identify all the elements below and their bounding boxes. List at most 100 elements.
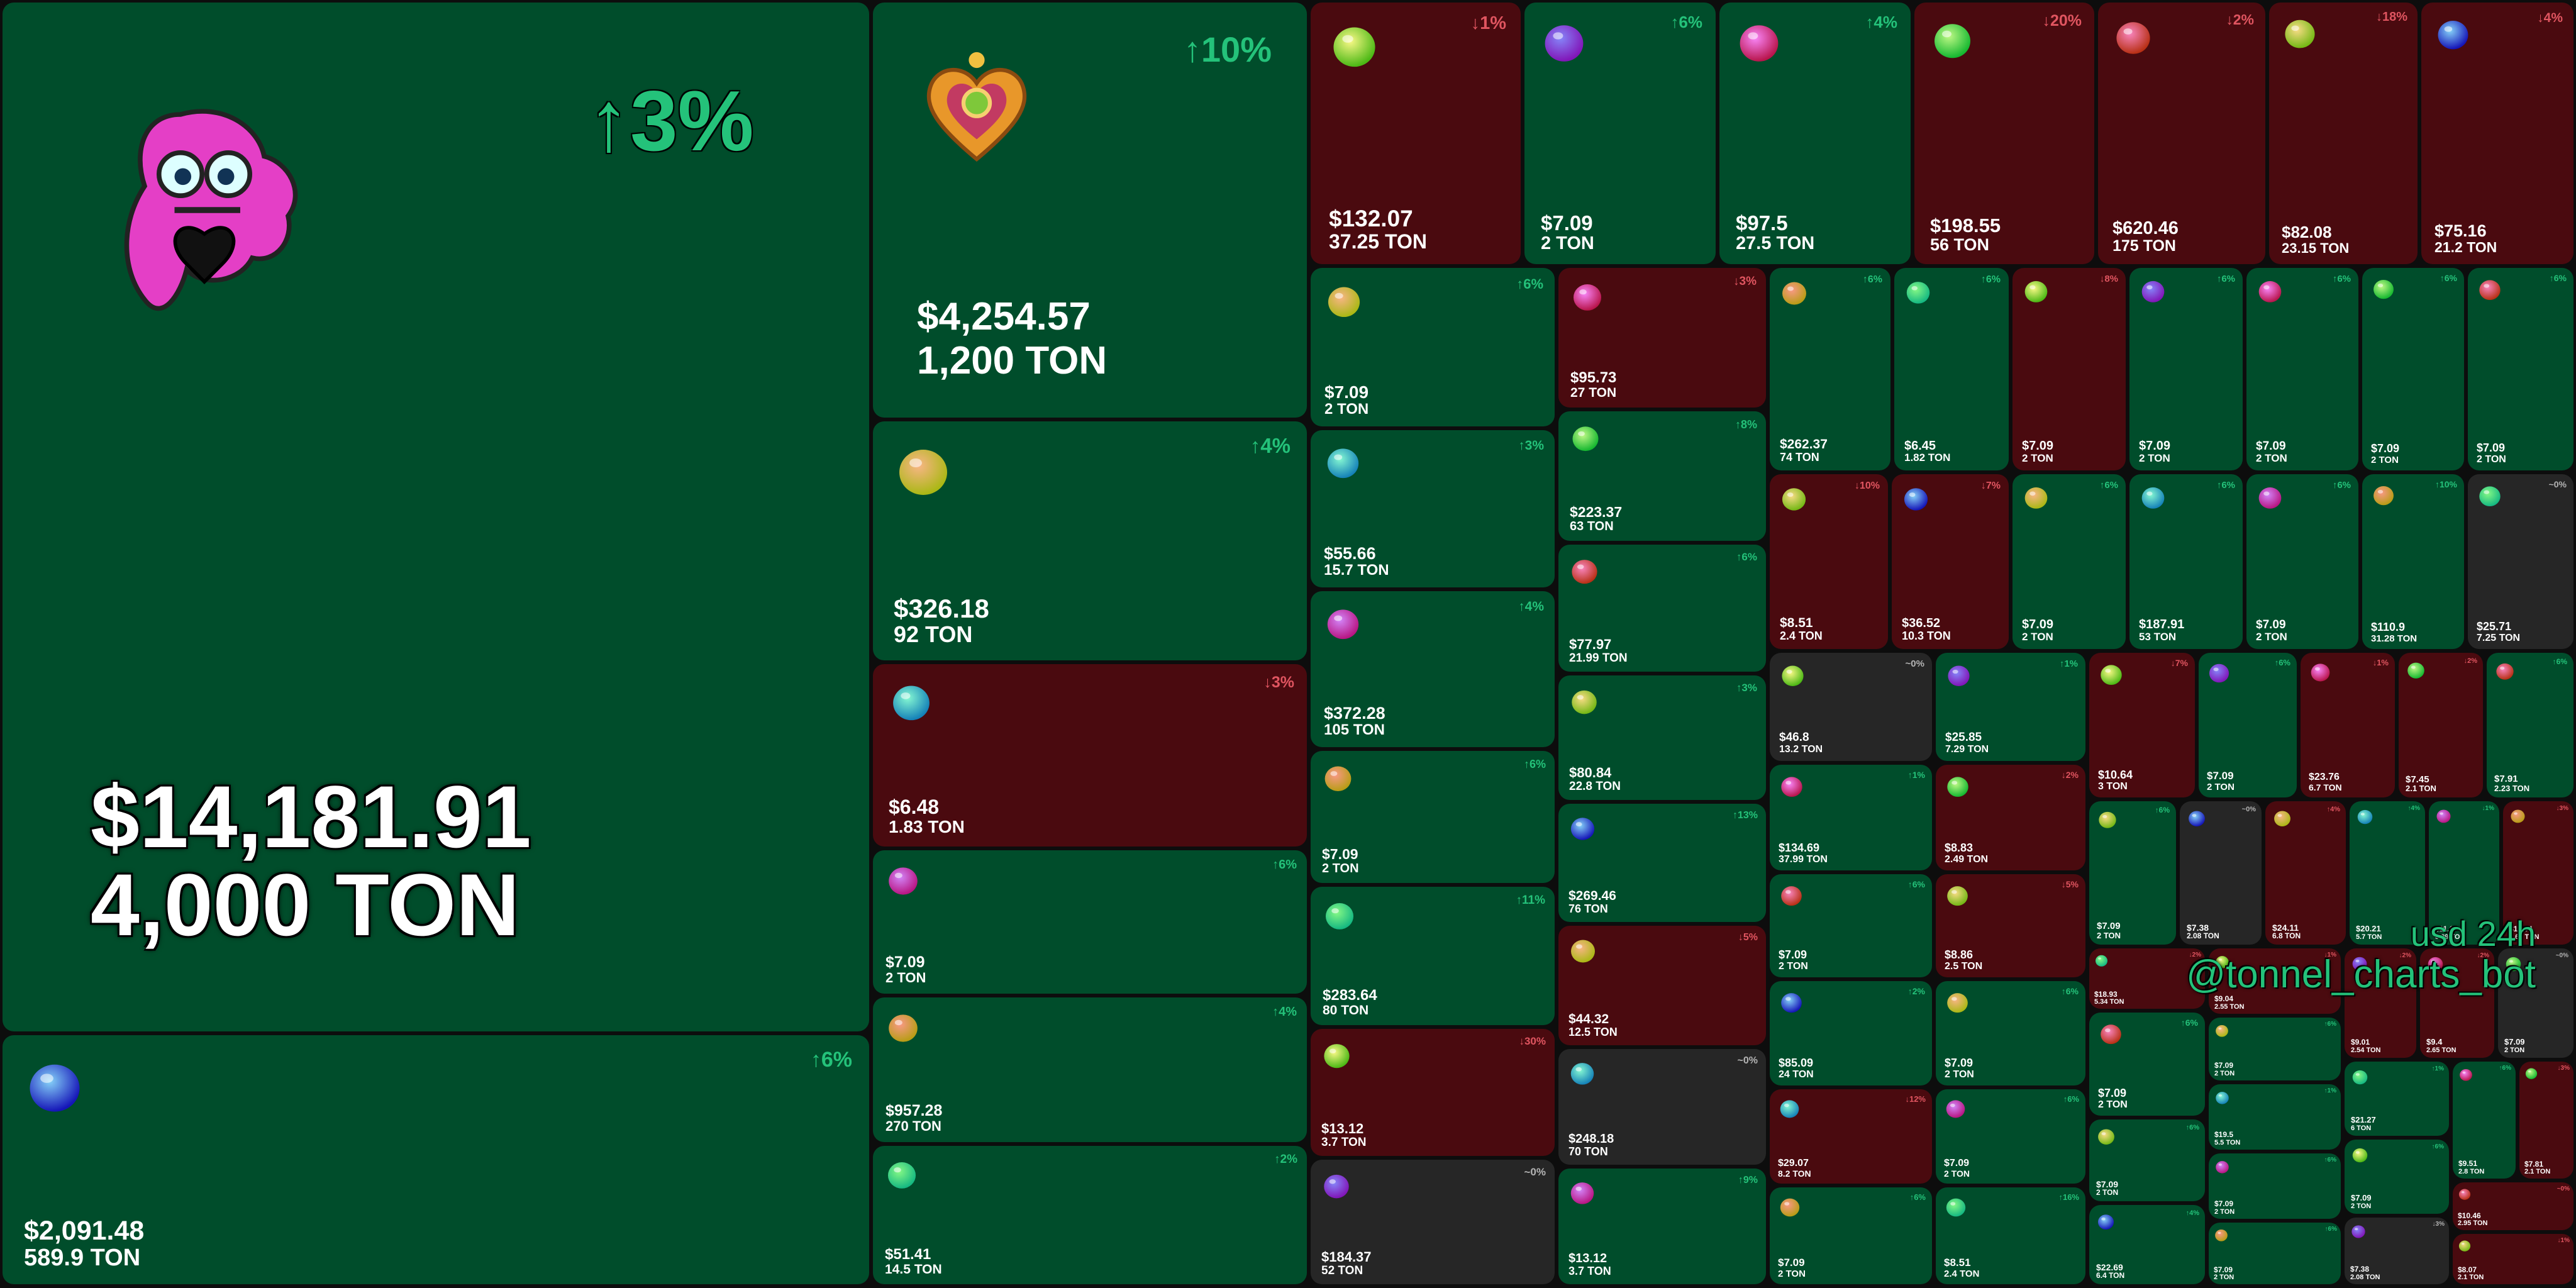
- top-hat-icon: [2476, 481, 2504, 509]
- treemap-tile[interactable]: ~0% $248.18 70 TON: [1558, 1049, 1766, 1165]
- treemap-tile[interactable]: ↑6% $7.09 2 TON: [1770, 874, 1932, 977]
- treemap-tile[interactable]: ↑6% $9.51 2.8 TON: [2453, 1062, 2516, 1179]
- treemap-tile[interactable]: ↑13% $269.46 76 TON: [1558, 804, 1766, 922]
- treemap-tile[interactable]: ↑6% $7.09 2 TON: [2345, 1140, 2449, 1214]
- treemap-tile[interactable]: ↓12% $29.07 8.2 TON: [1770, 1089, 1932, 1184]
- treemap-tile[interactable]: ↑3% $14,181.91 4,000 TON: [3, 3, 869, 1031]
- calendar-icon: [1539, 16, 1589, 66]
- treemap-tile[interactable]: ↑2% $85.09 24 TON: [1770, 981, 1932, 1085]
- treemap-tile[interactable]: ↑6% $7.09 2 TON: [2362, 268, 2464, 470]
- treemap-tile[interactable]: ~0% $46.8 13.2 TON: [1770, 653, 1932, 761]
- change-label: ~0%: [2241, 806, 2256, 813]
- treemap-tile[interactable]: ↑6% $7.09 2 TON: [2089, 1119, 2205, 1201]
- treemap-tile[interactable]: ↓1% $23.76 6.7 TON: [2301, 653, 2395, 797]
- treemap-tile[interactable]: ↓3% $6.48 1.83 TON: [873, 664, 1307, 847]
- treemap-tile[interactable]: ↑4% $97.5 27.5 TON: [1719, 3, 1911, 264]
- ton-value: 2.23 TON: [2494, 784, 2530, 793]
- ton-value: 21.99 TON: [1569, 652, 1628, 665]
- treemap-tile[interactable]: ↑6% $7.09 2 TON: [873, 850, 1307, 994]
- treemap-tile[interactable]: ↑8% $223.37 63 TON: [1558, 411, 1766, 541]
- treemap-tile[interactable]: ↑4% $957.28 270 TON: [873, 997, 1307, 1142]
- treemap-tile[interactable]: ↑4% $372.28 105 TON: [1311, 591, 1555, 747]
- baseball-cap-icon: [22, 1052, 87, 1118]
- treemap-tile[interactable]: ↑6% $7.09 2 TON: [1524, 3, 1716, 264]
- treemap-tile[interactable]: ~0% $10.46 2.95 TON: [2453, 1182, 2573, 1230]
- treemap-tile[interactable]: ↓2% $7.45 2.1 TON: [2399, 653, 2483, 797]
- treemap-tile[interactable]: ↑4% $22.69 6.4 TON: [2089, 1205, 2205, 1284]
- treemap-tile[interactable]: ↑6% $7.09 2 TON: [2209, 1018, 2341, 1080]
- treemap-tile[interactable]: ↓1% $8.07 2.1 TON: [2453, 1234, 2573, 1284]
- treemap-tile[interactable]: ↑1% $19.5 5.5 TON: [2209, 1084, 2341, 1150]
- treemap-tile[interactable]: ↑6% $7.09 2 TON: [2246, 474, 2358, 649]
- treemap-tile[interactable]: ↑1% $134.69 37.99 TON: [1770, 765, 1932, 870]
- treemap-tile[interactable]: ↑2% $51.41 14.5 TON: [873, 1146, 1307, 1284]
- usd-value: $20.21: [2356, 924, 2381, 933]
- treemap-tile[interactable]: ↓5% $44.32 12.5 TON: [1558, 926, 1766, 1045]
- treemap-tile[interactable]: ↓20% $198.55 56 TON: [1914, 3, 2094, 264]
- treemap-tile[interactable]: ↓30% $13.12 3.7 TON: [1311, 1029, 1555, 1156]
- treemap-tile[interactable]: ↑6% $7.09 2 TON: [2199, 653, 2297, 797]
- treemap-tile[interactable]: ↓10% $8.51 2.4 TON: [1770, 474, 1888, 649]
- heart-cookie-icon: [2476, 275, 2504, 303]
- usd-value: $7.09: [2504, 1037, 2525, 1046]
- usd-value: $7.09: [2207, 770, 2234, 782]
- treemap-tile[interactable]: ↓3% $7.81 2.1 TON: [2519, 1062, 2573, 1179]
- treemap-tile[interactable]: ↑6% $7.09 2 TON: [2129, 268, 2243, 470]
- treemap-tile[interactable]: ↑6% $6.45 1.82 TON: [1894, 268, 2009, 470]
- usd-value: $25.71: [2477, 620, 2512, 633]
- ton-value: 3 TON: [2098, 781, 2128, 792]
- treemap-tile[interactable]: ~0% $25.71 7.25 TON: [2468, 474, 2573, 649]
- treemap-tile[interactable]: ↓2% $620.46 175 TON: [2098, 3, 2265, 264]
- treemap-tile[interactable]: ↑11% $283.64 80 TON: [1311, 887, 1555, 1025]
- treemap-tile[interactable]: ↑6% $7.09 2 TON: [1936, 1089, 2085, 1184]
- ton-value: 8.2 TON: [1778, 1169, 1811, 1179]
- treemap-tile[interactable]: ↓1% $132.07 37.25 TON: [1311, 3, 1521, 264]
- treemap-tile[interactable]: ~0% $184.37 52 TON: [1311, 1160, 1555, 1284]
- ton-value: 2 TON: [1778, 1269, 1806, 1279]
- ton-value: 2.08 TON: [2350, 1274, 2380, 1281]
- treemap-tile[interactable]: ↑6% $77.97 21.99 TON: [1558, 545, 1766, 672]
- treemap-tile[interactable]: ↑9% $13.12 3.7 TON: [1558, 1169, 1766, 1284]
- treemap-tile[interactable]: ↑10% $4,254.57 1,200 TON: [873, 3, 1307, 418]
- treemap-tile[interactable]: ↑6% $7.09 2 TON: [1311, 751, 1555, 883]
- ton-value: 2.4 TON: [1944, 1269, 1980, 1279]
- ton-value: 2 TON: [2214, 1274, 2235, 1281]
- treemap-tile[interactable]: ↓3% $7.38 2.08 TON: [2345, 1218, 2449, 1284]
- treemap-tile[interactable]: ↓7% $36.52 10.3 TON: [1892, 474, 2009, 649]
- treemap-tile[interactable]: ↑6% $2,091.48 589.9 TON: [3, 1035, 869, 1284]
- treemap-tile[interactable]: ↓18% $82.08 23.15 TON: [2269, 3, 2418, 264]
- treemap-tile[interactable]: ↑6% $7.09 2 TON: [2246, 268, 2358, 470]
- treemap-tile[interactable]: ↑6% $7.09 2 TON: [2468, 268, 2573, 470]
- treemap-tile[interactable]: ↓2% $8.83 2.49 TON: [1936, 765, 2085, 870]
- change-label: ↑6%: [1516, 276, 1543, 292]
- treemap-tile[interactable]: ↑6% $7.09 2 TON: [1936, 981, 2085, 1085]
- treemap-tile[interactable]: ↑6% $7.91 2.23 TON: [2487, 653, 2573, 797]
- treemap-tile[interactable]: ↑4% $326.18 92 TON: [873, 421, 1307, 660]
- treemap-tile[interactable]: ↑6% $7.09 2 TON: [2089, 801, 2176, 945]
- treemap-tile[interactable]: ↓8% $7.09 2 TON: [2012, 268, 2126, 470]
- treemap-tile[interactable]: ↓7% $10.64 3 TON: [2089, 653, 2195, 797]
- treemap-tile[interactable]: ↓3% $95.73 27 TON: [1558, 268, 1766, 408]
- treemap-tile[interactable]: ↑3% $55.66 15.7 TON: [1311, 430, 1555, 587]
- treemap-tile[interactable]: ↑10% $110.9 31.28 TON: [2362, 474, 2464, 649]
- change-label: ↓3%: [2557, 1065, 2570, 1072]
- treemap-tile[interactable]: ↑6% $262.37 74 TON: [1770, 268, 1890, 470]
- treemap-tile[interactable]: ↑6% $7.09 2 TON: [1311, 268, 1555, 426]
- treemap-tile[interactable]: ↑3% $80.84 22.8 TON: [1558, 675, 1766, 800]
- treemap-tile[interactable]: ~0% $7.38 2.08 TON: [2180, 801, 2262, 945]
- treemap-tile[interactable]: ↑16% $8.51 2.4 TON: [1936, 1187, 2085, 1284]
- ton-value: 2 TON: [2371, 455, 2399, 465]
- treemap-tile[interactable]: ↑6% $7.09 2 TON: [2089, 1013, 2205, 1116]
- treemap-tile[interactable]: ↑6% $187.91 53 TON: [2129, 474, 2243, 649]
- treemap-tile[interactable]: ↑1% $25.85 7.29 TON: [1936, 653, 2085, 761]
- treemap-tile[interactable]: ↑6% $7.09 2 TON: [2209, 1223, 2341, 1284]
- treemap-tile[interactable]: ↓4% $75.16 21.2 TON: [2421, 3, 2573, 264]
- usd-value: $957.28: [886, 1102, 943, 1119]
- treemap-tile[interactable]: ↑4% $24.11 6.8 TON: [2265, 801, 2346, 945]
- treemap-tile[interactable]: ↑1% $21.27 6 TON: [2345, 1062, 2449, 1136]
- treemap-tile[interactable]: ↑6% $7.09 2 TON: [2209, 1153, 2341, 1219]
- treemap-tile[interactable]: ↑6% $7.09 2 TON: [1770, 1187, 1932, 1284]
- treemap-tile[interactable]: ↑6% $7.09 2 TON: [2012, 474, 2126, 649]
- usd-value: $7.09: [2098, 1087, 2127, 1099]
- treemap-tile[interactable]: ↓5% $8.86 2.5 TON: [1936, 874, 2085, 977]
